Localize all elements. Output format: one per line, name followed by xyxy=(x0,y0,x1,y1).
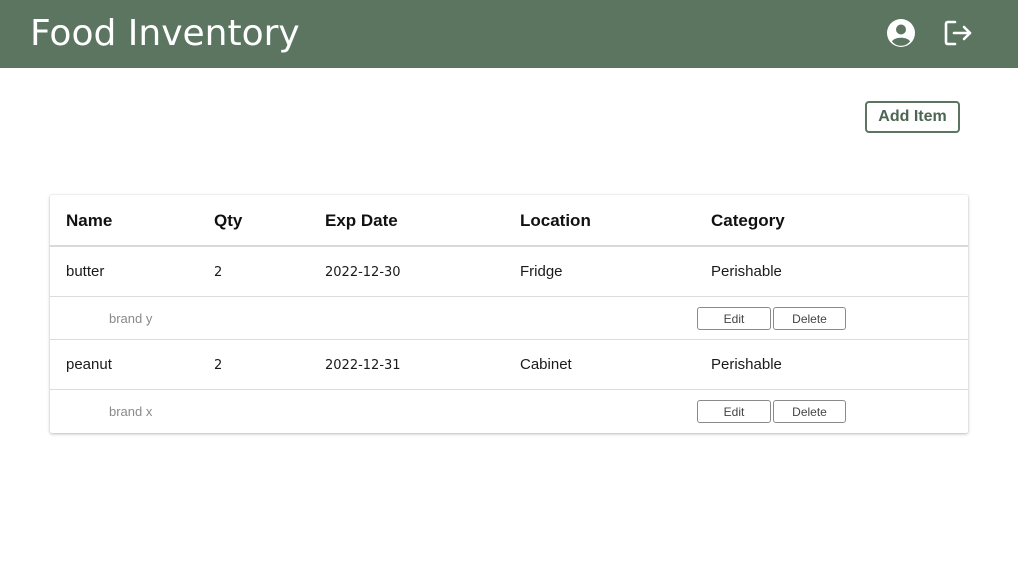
table-header-row: Name Qty Exp Date Location Category xyxy=(50,195,968,247)
account-circle-icon[interactable] xyxy=(886,18,916,48)
item-name: peanut xyxy=(66,356,112,373)
delete-button[interactable]: Delete xyxy=(773,307,846,330)
table-row: peanut 2 2022-12-31 Cabinet Perishable xyxy=(50,340,968,390)
item-name: butter xyxy=(66,263,105,280)
item-exp-date: 2022-12-31 xyxy=(325,358,401,373)
item-qty: 2 xyxy=(214,265,223,280)
item-qty: 2 xyxy=(214,358,223,373)
item-category: Perishable xyxy=(711,356,782,373)
delete-button[interactable]: Delete xyxy=(773,400,846,423)
edit-button[interactable]: Edit xyxy=(697,400,771,423)
edit-button[interactable]: Edit xyxy=(697,307,771,330)
item-exp-date: 2022-12-30 xyxy=(325,265,401,280)
item-location: Fridge xyxy=(520,263,563,280)
column-header-exp-date[interactable]: Exp Date xyxy=(325,212,398,230)
column-header-category[interactable]: Category xyxy=(711,212,785,230)
inventory-table: Name Qty Exp Date Location Category butt… xyxy=(50,195,968,433)
item-location: Cabinet xyxy=(520,356,572,373)
logout-icon[interactable] xyxy=(943,18,973,48)
item-brand: brand y xyxy=(109,311,153,326)
column-header-name[interactable]: Name xyxy=(66,212,112,230)
app-header: Food Inventory xyxy=(0,0,1018,68)
table-detail-row: brand x Edit Delete xyxy=(50,390,968,433)
add-item-button[interactable]: Add Item xyxy=(865,101,960,133)
table-row: butter 2 2022-12-30 Fridge Perishable xyxy=(50,247,968,297)
column-header-location[interactable]: Location xyxy=(520,212,591,230)
column-header-qty[interactable]: Qty xyxy=(214,212,242,230)
table-detail-row: brand y Edit Delete xyxy=(50,297,968,340)
item-brand: brand x xyxy=(109,404,153,419)
item-category: Perishable xyxy=(711,263,782,280)
app-title: Food Inventory xyxy=(30,13,300,54)
